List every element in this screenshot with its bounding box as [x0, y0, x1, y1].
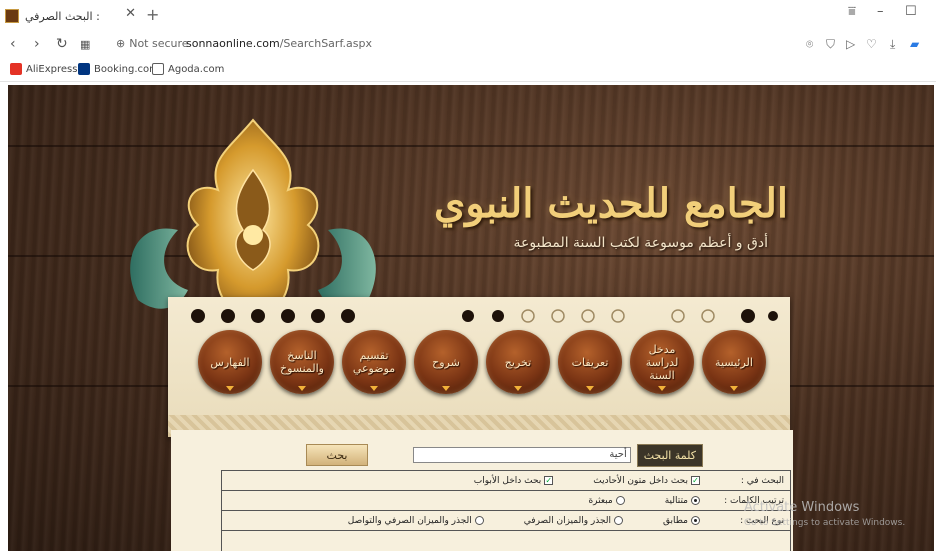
checkbox-hadith-text[interactable]: ✓ بحث داخل متون الأحاديث	[593, 476, 700, 486]
menu-item-home[interactable]: الرئيسية	[702, 330, 766, 394]
chevron-down-icon	[730, 386, 738, 391]
activate-windows-text: Go to Settings to activate Windows.	[744, 518, 906, 528]
menu-item-takhrij[interactable]: تخريج	[486, 330, 550, 394]
menu-item-definitions[interactable]: تعريفات	[558, 330, 622, 394]
menu-item-abrogation[interactable]: الناسخ والمنسوخ	[270, 330, 334, 394]
radio-root-morph-connect[interactable]: الجذر والميزان الصرفي والتواصل	[348, 516, 484, 526]
chevron-down-icon	[442, 386, 450, 391]
new-tab-button[interactable]: +	[146, 5, 159, 24]
forward-icon[interactable]: ›	[34, 36, 40, 52]
address-bar: ‹ › ↻ ▦ ⊕ Not secure sonnaonline.com/Sea…	[0, 30, 936, 58]
chevron-down-icon	[514, 386, 522, 391]
activate-windows-title: Activate Windows	[744, 500, 860, 515]
agoda-icon	[152, 63, 164, 75]
grid-icon[interactable]: ▦	[80, 38, 90, 51]
chevron-down-icon	[226, 386, 234, 391]
site-subtitle: أدق و أعظم موسوعة لكتب السنة المطبوعة	[513, 235, 768, 251]
close-tab-icon[interactable]: ✕	[125, 6, 136, 21]
url-field[interactable]: sonnaonline.com/SearchSarf.aspx	[186, 37, 372, 50]
radio-root-morph[interactable]: الجذر والميزان الصرفي	[524, 516, 624, 526]
reload-icon[interactable]: ↻	[56, 36, 68, 52]
play-icon[interactable]: ▷	[846, 37, 855, 51]
menu-item-topics[interactable]: تقسيم موضوعي	[342, 330, 406, 394]
chevron-down-icon	[370, 386, 378, 391]
bookmark-aliexpress[interactable]: AliExpress	[10, 63, 77, 75]
shield-icon[interactable]: ⛉	[826, 37, 835, 52]
browser-tab-bar: البحث الصرفي : ✕ + ⩸ – ☐	[0, 0, 936, 30]
maximize-button[interactable]: ☐	[905, 4, 917, 19]
aliexpress-icon	[10, 63, 22, 75]
page-body: الجامع للحديث النبوي أدق و أعظم موسوعة ل…	[8, 85, 934, 551]
site-title: الجامع للحديث النبوي	[434, 180, 788, 227]
minimize-button[interactable]: –	[877, 4, 884, 19]
search-input[interactable]: أحية	[412, 447, 631, 463]
chevron-down-icon	[658, 386, 666, 391]
search-label: كلمة البحث	[636, 443, 703, 467]
main-menu: الفهارس الناسخ والمنسوخ تقسيم موضوعي شرو…	[198, 330, 778, 405]
download-icon[interactable]: ⤓	[890, 37, 895, 52]
radio-consecutive[interactable]: متتالية	[665, 496, 700, 506]
search-box: كلمة البحث أحية	[383, 442, 703, 468]
tab-search-icon[interactable]: ⩸	[848, 4, 856, 19]
tab-title: البحث الصرفي :	[25, 9, 100, 23]
globe-icon: ⊕	[116, 37, 126, 50]
security-indicator[interactable]: ⊕ Not secure	[116, 37, 189, 50]
search-button[interactable]: بحث	[306, 444, 368, 466]
camera-icon[interactable]: ⌾	[806, 37, 813, 52]
browser-tab[interactable]: البحث الصرفي : ✕	[5, 4, 140, 28]
menu-item-intro[interactable]: مدخل لدراسة السنة	[630, 330, 694, 394]
checkbox-chapters[interactable]: ✓ بحث داخل الأبواب	[474, 476, 554, 486]
radio-exact[interactable]: مطابق	[663, 516, 700, 526]
chevron-down-icon	[586, 386, 594, 391]
option-row-more	[222, 531, 790, 551]
site-favicon-icon	[5, 9, 19, 23]
heart-icon[interactable]: ♡	[866, 37, 877, 51]
option-row-search-in: البحث في : ✓ بحث داخل متون الأحاديث ✓ بحث …	[222, 471, 790, 491]
bookmark-booking[interactable]: Booking.com	[78, 63, 159, 75]
option-row-order: ترتيب الكلمات : متتالية مبعثرة	[222, 491, 790, 511]
back-icon[interactable]: ‹	[10, 36, 16, 52]
search-panel: كلمة البحث أحية بحث البحث في : ✓ بحث داخل…	[171, 430, 793, 551]
menu-item-commentaries[interactable]: شروح	[414, 330, 478, 394]
booking-icon	[78, 63, 90, 75]
search-options: البحث في : ✓ بحث داخل متون الأحاديث ✓ بحث …	[221, 470, 791, 551]
menu-item-indexes[interactable]: الفهارس	[198, 330, 262, 394]
radio-scattered[interactable]: مبعثرة	[588, 496, 625, 506]
chevron-down-icon	[298, 386, 306, 391]
battery-icon[interactable]: ▰	[910, 37, 919, 51]
paper-holes-decoration	[191, 309, 778, 323]
bookmark-agoda[interactable]: Agoda.com	[152, 63, 224, 75]
option-row-type: نوع البحث : مطابق الجذر والميزان الصرفي …	[222, 511, 790, 531]
bookmarks-bar: AliExpress Booking.com Agoda.com	[0, 58, 936, 82]
